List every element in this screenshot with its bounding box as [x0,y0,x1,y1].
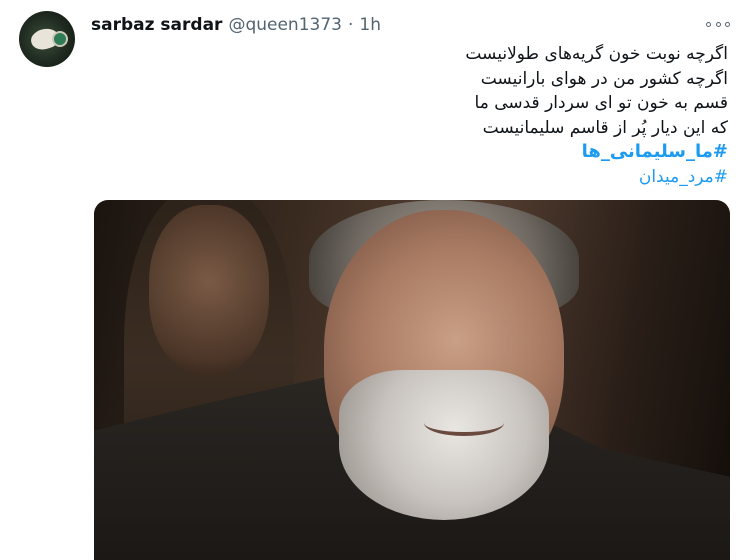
avatar[interactable] [19,11,75,67]
more-dot-icon [715,21,721,27]
tweet-line: اگرچه کشور من در هوای بارانیست [480,68,728,89]
more-dot-icon [725,21,730,27]
author-handle[interactable]: @queen1373 [228,15,342,35]
photo-smile [424,410,504,436]
author-name[interactable]: sarbaz sardar [91,15,222,35]
avatar-ring-graphic [52,31,68,47]
tweet-photo[interactable] [94,200,730,560]
tweet-line: که این دیار پُر از قاسم سلیمانیست [482,117,728,138]
tweet-line: قسم به خون تو ای سردار قدسی ما [474,93,728,113]
tweet-time[interactable]: 1h [359,15,381,35]
separator-dot: · [347,15,354,35]
photo-watermark [329,520,469,560]
more-dot-icon [706,21,711,27]
tweet-text: اگرچه نوبت خون گریه‌های طولانیست اگرچه ک… [108,42,728,189]
tweet-card[interactable]: sarbaz sardar @queen1373 · 1h اگرچه نوبت… [0,0,748,560]
photo-beard [339,370,549,520]
hashtag-link[interactable]: #مرد_میدان [108,165,728,190]
tweet-line: اگرچه نوبت خون گریه‌های طولانیست [465,44,728,64]
hashtag-link[interactable]: #ما_سلیمانی_ها [108,140,728,165]
tweet-header: sarbaz sardar @queen1373 · 1h [91,13,381,37]
photo-background-face [149,205,269,375]
more-options-icon[interactable] [706,14,730,34]
